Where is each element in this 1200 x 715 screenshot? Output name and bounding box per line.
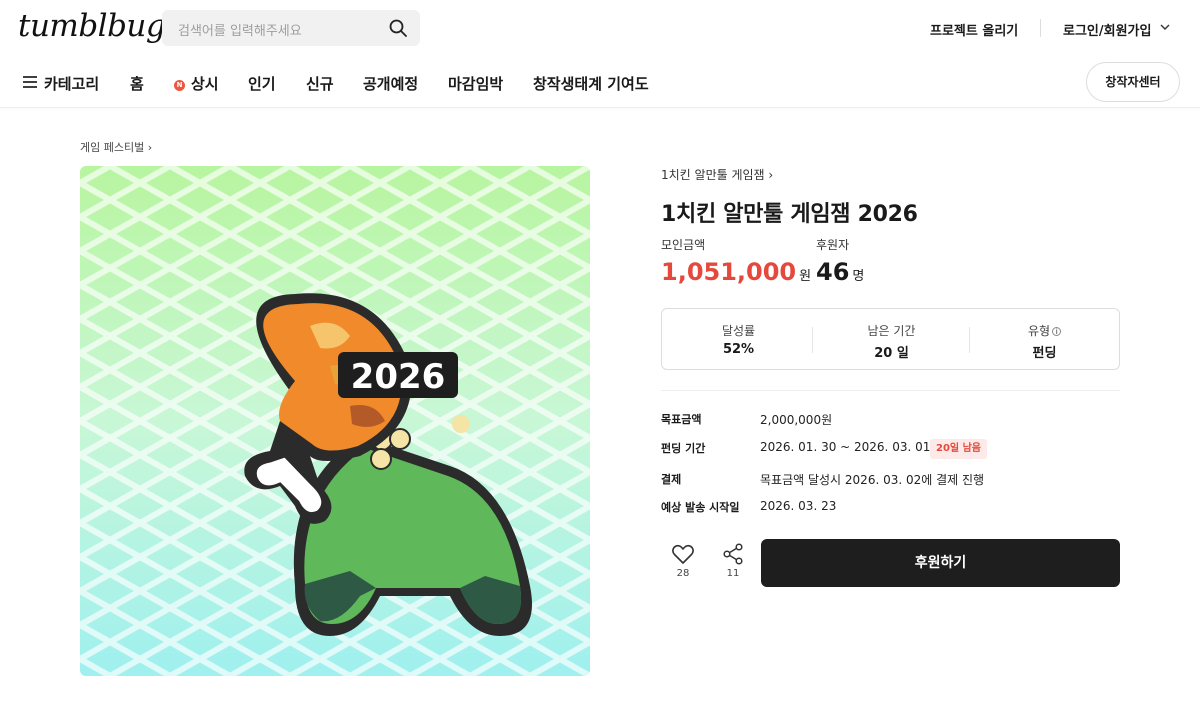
amount-value: 1,051,000 원 <box>661 258 811 286</box>
stat-value: 20 일 <box>874 346 909 361</box>
chevron-down-icon[interactable] <box>1159 21 1171 33</box>
remaining-badge: 20일 남음 <box>930 439 987 459</box>
project-artwork: 2026 <box>80 166 590 676</box>
stat-achievement: 달성률 52% <box>662 309 815 369</box>
top-bar: tumblbug 검색어를 입력해주세요 프로젝트 올리기 로그인/회원가입 <box>0 0 1200 56</box>
new-badge: N <box>174 80 185 91</box>
nav-contribution[interactable]: 창작생태계 기여도 <box>533 73 649 94</box>
main-nav: 카테고리 홈 N 상시 인기 신규 공개예정 마감임박 창작생태계 기여도 창작자… <box>0 56 1200 108</box>
goal-label: 목표금액 <box>661 413 702 426</box>
chevron-right-icon: › <box>768 168 774 182</box>
backers-label: 후원자 <box>816 238 850 252</box>
stat-value: 펀딩 <box>1032 346 1057 361</box>
delivery-label: 예상 발송 시작일 <box>661 501 740 514</box>
stat-type-label: 유형 <box>1027 324 1051 338</box>
game-jam-link-label: 1치킨 알만툴 게임잼 <box>661 168 765 182</box>
like-count: 28 <box>676 568 690 579</box>
stat-label: 달성률 <box>721 324 756 338</box>
period-label: 펀딩 기간 <box>661 442 706 455</box>
game-jam-link[interactable]: 1치킨 알만툴 게임잼 › <box>661 166 773 183</box>
creator-center-button[interactable]: 창작자센터 <box>1086 62 1180 102</box>
login-link[interactable]: 로그인/회원가입 <box>1063 20 1151 39</box>
delivery-value: 2026. 03. 23 <box>760 499 837 513</box>
share-count: 11 <box>726 568 740 579</box>
backers-unit: 명 <box>852 269 865 284</box>
logo[interactable]: tumblbug <box>18 8 166 44</box>
amount-number: 1,051,000 <box>661 258 797 286</box>
nav-upcoming[interactable]: 공개예정 <box>363 73 418 94</box>
divider <box>661 390 1120 391</box>
payment-label: 결제 <box>661 473 682 486</box>
divider <box>812 327 813 353</box>
nav-new[interactable]: 신규 <box>306 73 334 94</box>
stat-type: 유형 i 펀딩 <box>968 309 1121 369</box>
nav-popular[interactable]: 인기 <box>248 73 276 94</box>
year-badge: 2026 <box>338 352 458 398</box>
project-title: 1치킨 알만툴 게임잼 2026 <box>661 202 918 227</box>
create-project-link[interactable]: 프로젝트 올리기 <box>930 20 1018 39</box>
year-badge-text: 2026 <box>351 357 446 397</box>
nav-home[interactable]: 홈 <box>130 73 144 94</box>
chevron-right-icon: › <box>147 141 153 154</box>
back-project-button[interactable]: 후원하기 <box>761 539 1120 587</box>
search-icon[interactable] <box>388 18 408 38</box>
heart-icon[interactable] <box>671 543 695 565</box>
project-image: 2026 <box>80 166 590 676</box>
nav-category[interactable]: 카테고리 <box>44 73 99 94</box>
funding-stats-box: 달성률 52% 남은 기간 20 일 유형 i 펀딩 <box>661 308 1120 370</box>
nav-always[interactable]: N 상시 <box>174 73 219 94</box>
backers-number: 46 <box>816 258 850 286</box>
share-icon[interactable] <box>721 543 745 565</box>
payment-value: 목표금액 달성시 2026. 03. 02에 결제 진행 <box>760 473 985 487</box>
period-value: 2026. 01. 30 ~ 2026. 03. 01 <box>760 440 931 454</box>
breadcrumb[interactable]: 게임 페스티벌 › <box>80 139 152 155</box>
stat-label: 유형 i <box>968 322 1121 339</box>
divider <box>1040 19 1041 37</box>
info-icon[interactable]: i <box>1052 327 1062 336</box>
search-input[interactable]: 검색어를 입력해주세요 <box>178 20 302 39</box>
amount-unit: 원 <box>799 269 812 284</box>
stat-label: 남은 기간 <box>867 324 916 338</box>
backers-value: 46 명 <box>816 258 864 286</box>
goal-value: 2,000,000원 <box>760 413 833 427</box>
search-bar[interactable]: 검색어를 입력해주세요 <box>162 10 420 46</box>
nav-closing-soon[interactable]: 마감임박 <box>448 73 503 94</box>
stat-value: 52% <box>722 342 755 357</box>
menu-icon[interactable] <box>23 76 37 88</box>
nav-always-label: 상시 <box>191 75 219 93</box>
amount-label: 모인금액 <box>661 238 706 252</box>
breadcrumb-label: 게임 페스티벌 <box>80 141 145 154</box>
stat-remaining-period: 남은 기간 20 일 <box>815 309 968 369</box>
